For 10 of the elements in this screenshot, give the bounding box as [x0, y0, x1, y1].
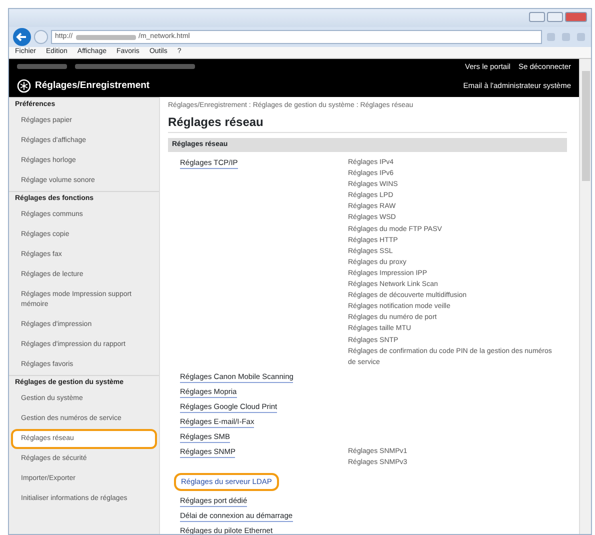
- close-button[interactable]: [565, 12, 587, 22]
- back-button[interactable]: [13, 28, 31, 46]
- forward-button[interactable]: [34, 30, 48, 44]
- logo-icon: [17, 78, 31, 93]
- maximize-button[interactable]: [547, 12, 563, 22]
- redacted-text: [76, 34, 136, 40]
- redacted-text: [17, 64, 67, 70]
- page-title: Réglages réseau: [168, 112, 567, 132]
- minimize-button[interactable]: [529, 12, 545, 22]
- app-title: Réglages/Enregistrement: [35, 78, 150, 93]
